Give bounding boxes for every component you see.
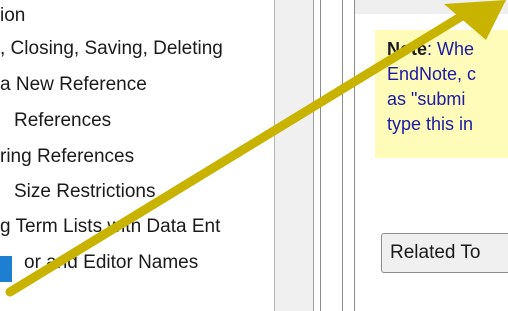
arrow-shaft (5, 11, 467, 297)
annotation-arrow (5, 0, 506, 297)
